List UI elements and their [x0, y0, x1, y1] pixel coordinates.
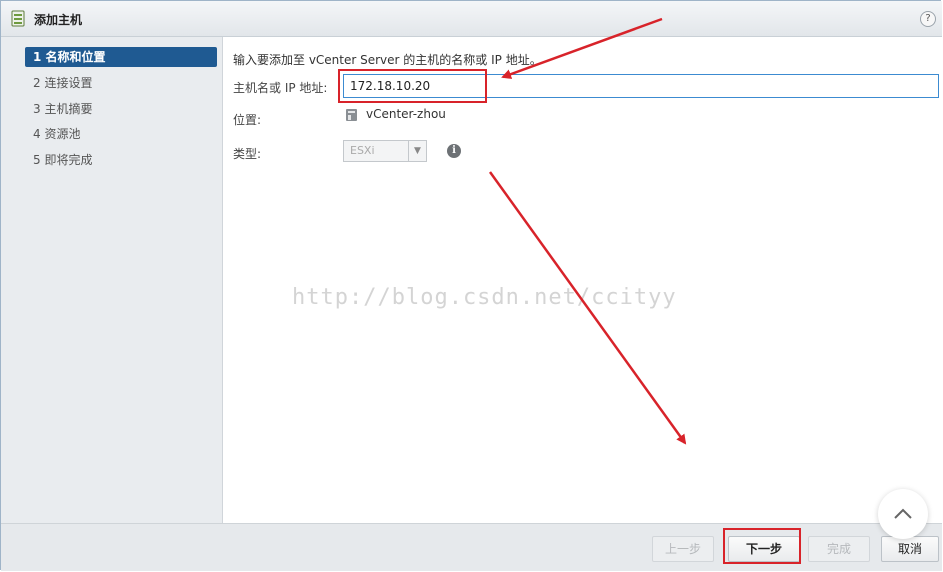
- scroll-to-top-button[interactable]: [878, 489, 928, 539]
- chevron-up-icon: [894, 508, 912, 519]
- annotation-arrows: [488, 17, 687, 445]
- arrow-to-next-button: [488, 171, 687, 445]
- arrow-to-host-input: [501, 17, 663, 79]
